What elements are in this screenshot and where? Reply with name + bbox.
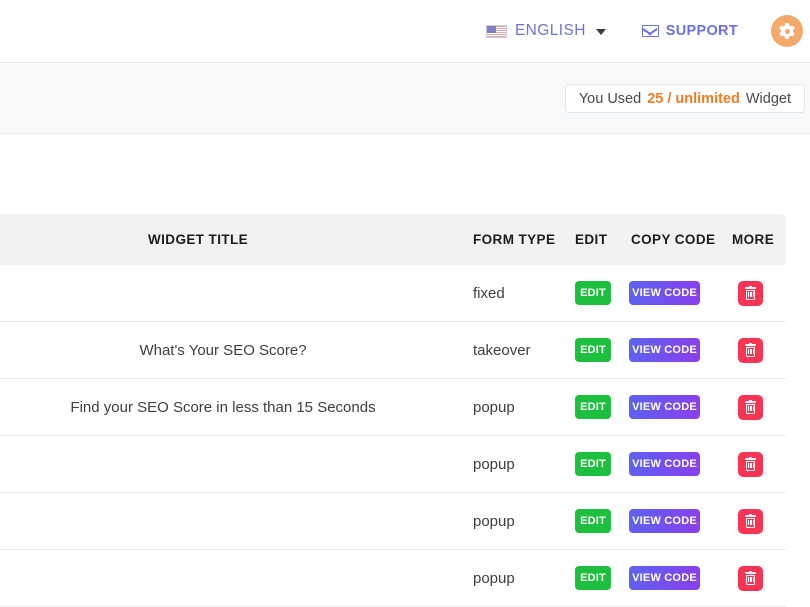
column-header-widget-title: WIDGET TITLE (148, 232, 249, 247)
edit-button[interactable]: EDIT (575, 509, 611, 533)
cell-widget-title: What's Your SEO Score? (139, 341, 307, 359)
column-header-more: MORE (732, 232, 775, 247)
widgets-table: WIDGET TITLE FORM TYPE EDIT COPY CODE MO… (0, 214, 810, 607)
language-selector[interactable]: ENGLISH (485, 22, 606, 40)
usage-count: 25 / unlimited (647, 90, 740, 107)
delete-button[interactable] (738, 338, 763, 363)
trash-icon (745, 570, 756, 585)
usage-prefix: You Used (578, 90, 642, 107)
table-row: What's Your SEO Score? takeover EDIT VIEW C… (0, 322, 786, 379)
edit-button[interactable]: EDIT (575, 281, 611, 305)
chevron-down-icon[interactable] (595, 29, 606, 35)
cell-form-type: takeover (473, 341, 531, 359)
delete-button[interactable] (738, 509, 763, 534)
view-code-button[interactable]: VIEW CODE (629, 338, 700, 362)
usage-band: You Used 25 / unlimited Widget (0, 64, 810, 134)
column-header-copy-code: COPY CODE (631, 232, 716, 247)
cell-form-type: popup (473, 569, 515, 587)
table-row: popup EDIT VIEW CODE (0, 550, 786, 607)
delete-button[interactable] (738, 395, 763, 420)
delete-button[interactable] (738, 452, 763, 477)
view-code-button[interactable]: VIEW CODE (629, 452, 700, 476)
envelope-icon (641, 25, 659, 37)
table-header-row: WIDGET TITLE FORM TYPE EDIT COPY CODE MO… (0, 214, 786, 265)
column-header-edit: EDIT (575, 232, 608, 247)
delete-button[interactable] (738, 566, 763, 591)
trash-icon (745, 513, 756, 528)
usage-counter: You Used 25 / unlimited Widget (564, 84, 805, 113)
trash-icon (745, 399, 756, 414)
view-code-button[interactable]: VIEW CODE (629, 509, 700, 533)
trash-icon (745, 342, 756, 357)
delete-button[interactable] (738, 281, 763, 306)
table-row: fixed EDIT VIEW CODE (0, 265, 786, 322)
cell-form-type: popup (473, 398, 515, 416)
edit-button[interactable]: EDIT (575, 452, 611, 476)
cell-form-type: popup (473, 455, 515, 473)
cell-form-type: fixed (473, 284, 505, 302)
top-bar: ENGLISH SUPPORT (0, 0, 810, 63)
trash-icon (745, 285, 756, 300)
cell-widget-title (0, 493, 446, 549)
table-body: fixed EDIT VIEW CODE What's Your SEO Score… (0, 265, 810, 607)
table-row: Find your SEO Score in less than 15 Seco… (0, 379, 786, 436)
view-code-button[interactable]: VIEW CODE (629, 395, 700, 419)
support-label: SUPPORT (665, 23, 738, 39)
us-flag-icon (485, 24, 507, 38)
cell-widget-title (0, 265, 446, 321)
table-row: popup EDIT VIEW CODE (0, 436, 786, 493)
cell-widget-title: Find your SEO Score in less than 15 Seco… (70, 398, 376, 416)
settings-button[interactable] (771, 15, 803, 47)
view-code-button[interactable]: VIEW CODE (629, 566, 700, 590)
edit-button[interactable]: EDIT (575, 566, 611, 590)
cell-widget-title (0, 436, 446, 492)
support-link[interactable]: SUPPORT (641, 23, 738, 39)
usage-suffix: Widget (745, 90, 791, 107)
table-row: popup EDIT VIEW CODE (0, 493, 786, 550)
language-label: ENGLISH (514, 22, 586, 39)
cell-form-type: popup (473, 512, 515, 530)
cell-widget-title (0, 550, 446, 606)
column-header-form-type: FORM TYPE (473, 232, 556, 247)
trash-icon (745, 456, 756, 471)
view-code-button[interactable]: VIEW CODE (629, 281, 700, 305)
edit-button[interactable]: EDIT (575, 395, 611, 419)
edit-button[interactable]: EDIT (575, 338, 611, 362)
gear-icon (779, 23, 795, 39)
